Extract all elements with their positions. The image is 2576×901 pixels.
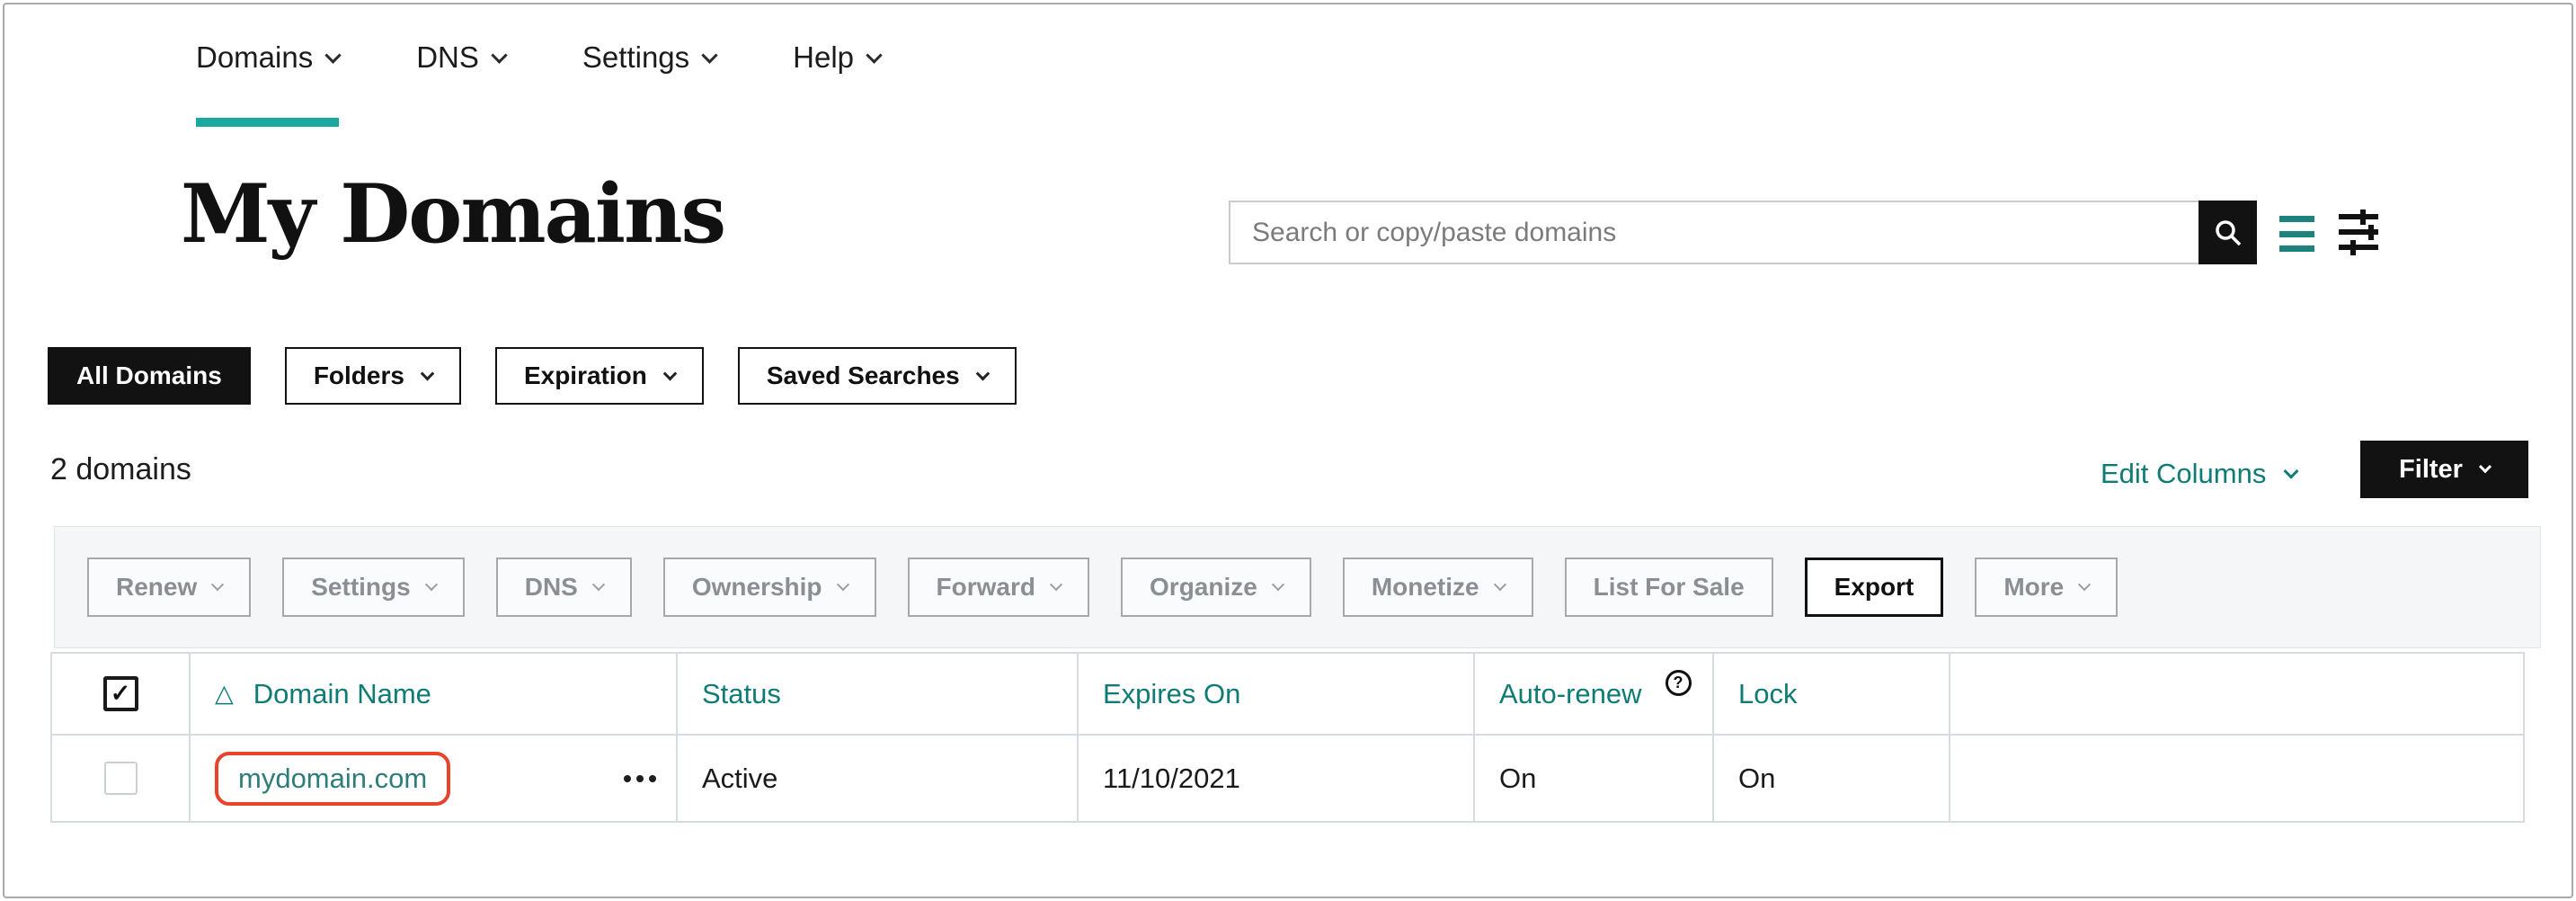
chevron-down-icon (836, 578, 848, 591)
row-checkbox[interactable] (104, 762, 138, 795)
search-button[interactable] (2198, 201, 2257, 264)
chevron-down-icon (2479, 460, 2492, 473)
nav-item-help[interactable]: Help (793, 40, 880, 75)
pill-saved-searches[interactable]: Saved Searches (738, 347, 1017, 405)
auto-renew-cell: On (1475, 736, 1714, 821)
header-checkbox-cell: ✓ (52, 654, 191, 734)
chevron-down-icon (325, 47, 342, 63)
chevron-down-icon (211, 578, 224, 591)
column-header-label: Domain Name (253, 678, 431, 710)
pill-label: All Domains (76, 361, 222, 390)
row-empty-cell (1950, 736, 2523, 821)
pill-label: Expiration (524, 361, 647, 390)
column-header-label: Status (702, 678, 781, 710)
list-for-sale-button[interactable]: List For Sale (1565, 558, 1773, 617)
column-header-auto-renew[interactable]: Auto-renew ? (1475, 654, 1714, 734)
row-actions-ellipsis-icon[interactable] (618, 770, 662, 788)
column-header-domain-name[interactable]: △ Domain Name (191, 654, 678, 734)
expires-on-cell: 11/10/2021 (1079, 736, 1475, 821)
check-icon: ✓ (111, 680, 131, 708)
more-button[interactable]: More (1975, 558, 2118, 617)
button-label: Settings (311, 573, 410, 602)
button-label: Ownership (692, 573, 822, 602)
column-header-empty (1950, 654, 2523, 734)
button-label: Export (1834, 573, 1914, 602)
search-input[interactable] (1229, 201, 2198, 264)
button-label: Forward (937, 573, 1035, 602)
pill-label: Folders (314, 361, 404, 390)
forward-button[interactable]: Forward (908, 558, 1089, 617)
chevron-down-icon (1050, 578, 1062, 591)
chevron-down-icon (421, 366, 435, 380)
filter-sliders-icon[interactable] (2339, 210, 2380, 261)
lock-cell: On (1714, 736, 1950, 821)
page-frame: Domains DNS Settings Help My Domains (3, 3, 2573, 898)
chevron-down-icon (975, 366, 990, 380)
edit-columns-button[interactable]: Edit Columns (2101, 458, 2296, 490)
button-label: More (2003, 573, 2064, 602)
column-header-lock[interactable]: Lock (1714, 654, 1950, 734)
active-nav-underline (196, 118, 339, 127)
pill-label: Saved Searches (767, 361, 960, 390)
domains-table: ✓ △ Domain Name Status Expires On Auto-r… (50, 652, 2525, 823)
nav-item-dns[interactable]: DNS (416, 40, 505, 75)
column-header-label: Auto-renew (1499, 678, 1642, 710)
pill-folders[interactable]: Folders (285, 347, 461, 405)
filter-pill-row: All Domains Folders Expiration Saved Sea… (48, 347, 1017, 405)
button-label: Renew (116, 573, 197, 602)
help-icon[interactable]: ? (1666, 670, 1692, 696)
chevron-down-icon (425, 578, 438, 591)
select-all-checkbox[interactable]: ✓ (103, 676, 138, 711)
chevron-down-icon (1272, 578, 1284, 591)
domain-link-label: mydomain.com (238, 763, 427, 794)
domain-link[interactable]: mydomain.com (215, 752, 450, 806)
button-label: DNS (525, 573, 578, 602)
chevron-down-icon (592, 578, 605, 591)
sort-asc-icon: △ (215, 680, 234, 708)
chevron-down-icon (866, 47, 882, 63)
settings-button[interactable]: Settings (282, 558, 464, 617)
table-row: mydomain.com Active 11/10/2021 On On (52, 734, 2523, 821)
nav-item-label: Domains (196, 40, 313, 75)
page-title: My Domains (181, 166, 724, 262)
chevron-down-icon (2284, 464, 2299, 479)
chevron-down-icon (701, 47, 717, 63)
domain-count: 2 domains (50, 452, 191, 487)
column-header-label: Expires On (1103, 678, 1240, 710)
renew-button[interactable]: Renew (87, 558, 251, 617)
chevron-down-icon (1494, 578, 1506, 591)
button-label: List For Sale (1594, 573, 1745, 602)
nav-item-settings[interactable]: Settings (582, 40, 715, 75)
list-view-icon[interactable] (2279, 216, 2314, 252)
organize-button[interactable]: Organize (1121, 558, 1311, 617)
nav-item-label: DNS (416, 40, 479, 75)
top-nav: Domains DNS Settings Help (196, 40, 880, 75)
nav-item-label: Help (793, 40, 854, 75)
edit-columns-label: Edit Columns (2101, 458, 2266, 490)
chevron-down-icon (663, 366, 678, 380)
filter-button[interactable]: Filter (2360, 441, 2528, 498)
monetize-button[interactable]: Monetize (1343, 558, 1533, 617)
button-label: Organize (1150, 573, 1257, 602)
button-label: Monetize (1372, 573, 1479, 602)
pill-expiration[interactable]: Expiration (495, 347, 704, 405)
ownership-button[interactable]: Ownership (663, 558, 876, 617)
column-header-status[interactable]: Status (678, 654, 1079, 734)
table-header-row: ✓ △ Domain Name Status Expires On Auto-r… (52, 654, 2523, 734)
search-icon (2213, 218, 2243, 248)
bulk-actions-toolbar: Renew Settings DNS Ownership Forward Org… (54, 526, 2541, 648)
chevron-down-icon (2078, 578, 2091, 591)
filter-button-label: Filter (2399, 455, 2463, 485)
chevron-down-icon (491, 47, 507, 63)
export-button[interactable]: Export (1805, 558, 1944, 617)
nav-item-label: Settings (582, 40, 689, 75)
status-cell: Active (678, 736, 1079, 821)
pill-all-domains[interactable]: All Domains (48, 347, 251, 405)
column-header-expires-on[interactable]: Expires On (1079, 654, 1475, 734)
domain-name-cell: mydomain.com (191, 736, 678, 821)
nav-item-domains[interactable]: Domains (196, 40, 339, 75)
row-checkbox-cell (52, 736, 191, 821)
column-header-label: Lock (1738, 678, 1797, 710)
dns-button[interactable]: DNS (496, 558, 632, 617)
